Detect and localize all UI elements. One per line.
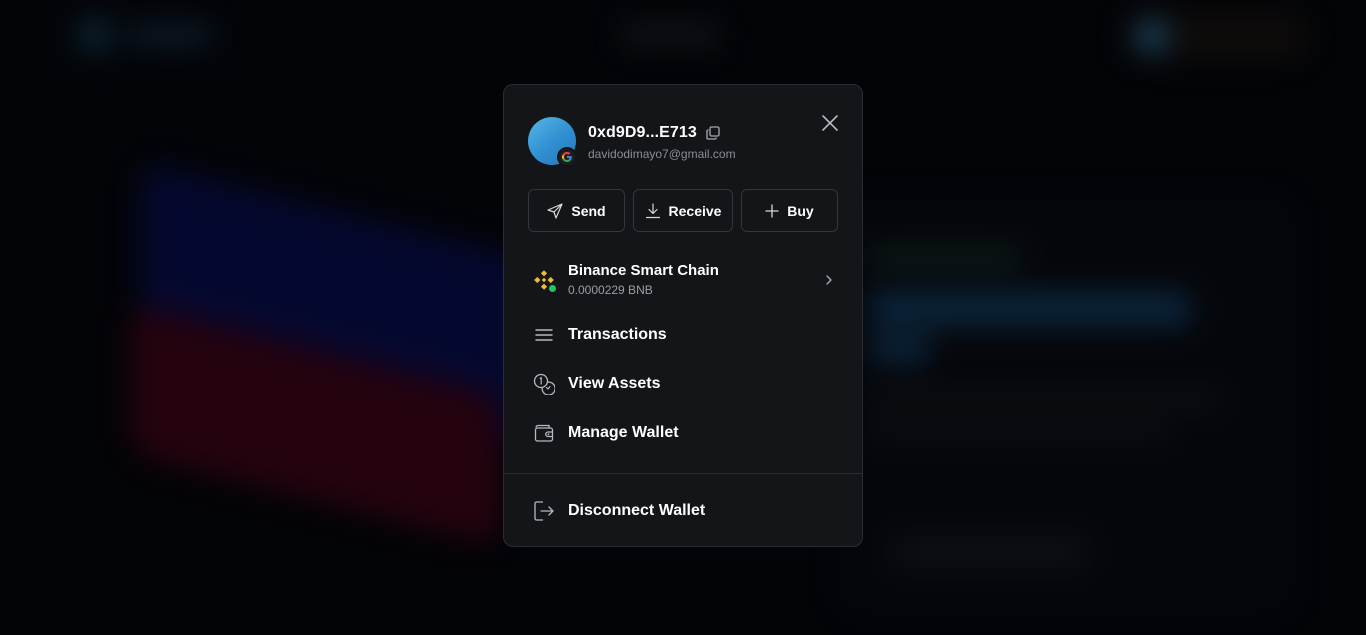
download-icon (645, 202, 660, 218)
logout-icon (528, 495, 560, 527)
menu-item-label: View Assets (568, 374, 661, 392)
status-dot (548, 284, 557, 293)
network-balance: 0.0000229 BNB (568, 283, 653, 297)
wallet-actions: Send Receive Buy (528, 189, 838, 232)
wallet-modal: 0xd9D9...E713 davidodimayo7@gmail.com Se… (503, 84, 863, 547)
menu-item-transactions[interactable]: Transactions (528, 310, 840, 359)
menu-item-view-assets[interactable]: View Assets (528, 359, 840, 408)
google-icon (557, 147, 577, 167)
divider (504, 473, 862, 474)
wallet-address[interactable]: 0xd9D9...E713 (588, 124, 697, 142)
menu-item-label: Transactions (568, 325, 667, 343)
disconnect-wallet-button[interactable]: Disconnect Wallet (528, 489, 840, 533)
disconnect-label: Disconnect Wallet (568, 502, 706, 519)
menu-item-manage-wallet[interactable]: Manage Wallet (528, 408, 840, 457)
plus-icon (765, 203, 779, 218)
list-icon (528, 319, 560, 351)
receive-button[interactable]: Receive (633, 189, 733, 232)
address-row: 0xd9D9...E713 (588, 123, 720, 143)
coins-icon (528, 368, 560, 400)
network-info: Binance Smart Chain 0.0000229 BNB (568, 262, 719, 298)
bnb-icon (528, 264, 560, 296)
menu-item-label: Manage Wallet (568, 423, 679, 441)
network-name: Binance Smart Chain (568, 262, 719, 279)
send-button[interactable]: Send (528, 189, 625, 232)
wallet-header: 0xd9D9...E713 davidodimayo7@gmail.com (528, 117, 828, 167)
wallet-icon (528, 417, 560, 449)
network-selector[interactable]: Binance Smart Chain 0.0000229 BNB (528, 257, 840, 303)
buy-button[interactable]: Buy (741, 189, 838, 232)
receive-label: Receive (668, 202, 722, 219)
chevron-right-icon (826, 275, 832, 285)
buy-label: Buy (787, 202, 814, 219)
wallet-menu: Binance Smart Chain 0.0000229 BNB Transa… (528, 257, 840, 457)
copy-icon[interactable] (706, 126, 720, 140)
send-label: Send (571, 202, 606, 219)
wallet-email: davidodimayo7@gmail.com (588, 147, 736, 161)
send-icon (547, 202, 563, 219)
